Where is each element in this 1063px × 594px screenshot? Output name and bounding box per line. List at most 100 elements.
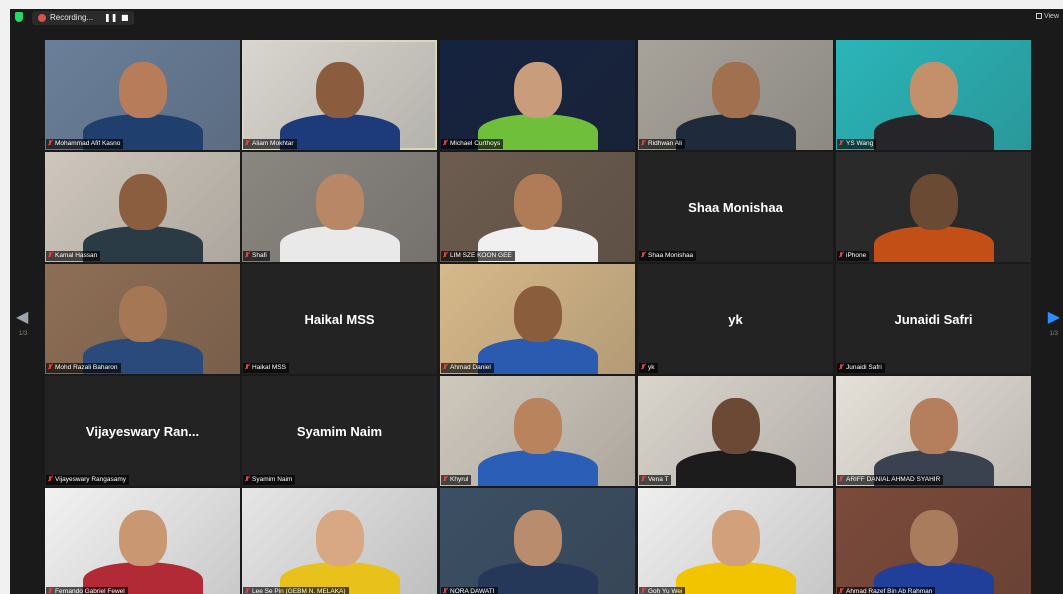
participant-name: Ridhwan Ali <box>648 140 682 147</box>
participant-name: Goh Yu Wei <box>648 588 683 594</box>
participant-face <box>315 510 364 566</box>
participant-tile[interactable]: Fernando Gabriel Fewel <box>45 488 240 594</box>
participant-name-tag: YS Wang <box>837 139 877 149</box>
participant-body <box>675 114 796 150</box>
participant-tile[interactable]: ARIFF DANIAL AHMAD SYAHIR <box>836 376 1031 486</box>
muted-mic-icon <box>641 588 645 594</box>
participant-name: Aliam Mokhtar <box>252 140 294 147</box>
participant-tile[interactable]: Ahmad Razef Bin Ab Rahman <box>836 488 1031 594</box>
participant-tile[interactable]: Syamim Naim Syamim Naim <box>242 376 437 486</box>
participant-name: Ahmad Daniel <box>450 364 491 371</box>
recording-label: Recording... <box>50 13 94 22</box>
participant-name-tag: Mohammad Afif Kasno <box>46 139 124 149</box>
muted-mic-icon <box>839 364 843 370</box>
grid-view-icon <box>1035 13 1042 19</box>
participant-name-tag: Vijayeswary Rangasamy <box>46 475 130 485</box>
participant-tile[interactable]: Goh Yu Wei <box>638 488 833 594</box>
participant-name: Vijayeswary Rangasamy <box>55 476 127 483</box>
participant-body <box>675 450 796 486</box>
participant-tile[interactable]: Shafi <box>242 152 437 262</box>
participant-tile[interactable]: Aliam Mokhtar <box>242 40 437 150</box>
participant-tile[interactable]: yk yk <box>638 264 833 374</box>
participant-name: Kamal Hassan <box>55 252 98 259</box>
participant-body <box>279 226 400 262</box>
participant-name-tag: Shafi <box>243 251 270 261</box>
muted-mic-icon <box>839 476 843 482</box>
previous-page-arrow-icon[interactable]: ◀ <box>16 309 28 325</box>
participant-tile[interactable]: Lee Se Pin (GEBM N. MELAKA) <box>242 488 437 594</box>
muted-mic-icon <box>245 364 249 370</box>
participant-name-tag: Junaidi Safri <box>837 363 885 373</box>
muted-mic-icon <box>443 476 447 482</box>
participant-name-tag: yk <box>639 363 658 373</box>
participant-tile[interactable]: Shaa Monishaa Shaa Monishaa <box>638 152 833 262</box>
page-indicator-right: 1/3 <box>1049 331 1058 337</box>
muted-mic-icon <box>48 476 52 482</box>
participant-tile[interactable]: Ahmad Daniel <box>440 264 635 374</box>
next-page-arrow-icon[interactable]: ▶ <box>1048 309 1060 325</box>
participant-tile[interactable]: Haikal MSS Haikal MSS <box>242 264 437 374</box>
participant-face <box>513 510 562 566</box>
participant-tile[interactable]: Mohd Razali Baharon <box>45 264 240 374</box>
participant-face <box>711 398 760 454</box>
pause-recording-icon[interactable]: ❚❚ <box>104 12 117 24</box>
participant-tile[interactable]: Mohammad Afif Kasno <box>45 40 240 150</box>
participant-tile[interactable]: Junaidi Safri Junaidi Safri <box>836 264 1031 374</box>
participant-name: Shaa Monishaa <box>648 252 694 259</box>
participant-face <box>513 174 562 230</box>
zoom-meeting-window: Recording... ❚❚ ■ View ◀ 1/3 ▶ 1/3 Moham… <box>10 9 1063 594</box>
participant-name: Syamim Naim <box>252 476 293 483</box>
participant-name: Shafi <box>252 252 267 259</box>
recording-dot-icon <box>38 14 46 22</box>
participant-body <box>279 114 400 150</box>
muted-mic-icon <box>839 140 843 146</box>
participant-tile[interactable]: Vijayeswary Ran... Vijayeswary Rangasamy <box>45 376 240 486</box>
security-shield-icon[interactable] <box>15 12 23 22</box>
participant-name-tag: Syamim Naim <box>243 475 296 485</box>
muted-mic-icon <box>48 364 52 370</box>
participant-tile[interactable]: Michael Curthoys <box>440 40 635 150</box>
participant-name-tag: Aliam Mokhtar <box>243 139 297 149</box>
participant-name-tag: Ahmad Daniel <box>441 363 494 373</box>
muted-mic-icon <box>245 476 249 482</box>
participant-face <box>513 62 562 118</box>
participant-display-name: Haikal MSS <box>304 312 375 327</box>
muted-mic-icon <box>839 252 843 258</box>
recording-indicator: Recording... ❚❚ ■ <box>32 11 134 25</box>
participant-tile[interactable]: LIM SZE KOON GEE <box>440 152 635 262</box>
muted-mic-icon <box>641 140 645 146</box>
participant-name: iPhone <box>846 252 867 259</box>
participant-name-tag: Shaa Monishaa <box>639 251 697 261</box>
muted-mic-icon <box>641 252 645 258</box>
participant-tile[interactable]: YS Wang <box>836 40 1031 150</box>
muted-mic-icon <box>48 588 52 594</box>
participant-body <box>477 338 598 374</box>
participant-tile[interactable]: Ridhwan Ali <box>638 40 833 150</box>
participant-display-name: Vijayeswary Ran... <box>85 424 200 439</box>
view-button[interactable]: View <box>1035 11 1059 23</box>
participant-face <box>513 286 562 342</box>
stop-recording-icon[interactable]: ■ <box>121 12 129 24</box>
participant-name: Haikal MSS <box>252 364 286 371</box>
participant-name-tag: Fernando Gabriel Fewel <box>46 587 128 594</box>
participant-name-tag: Kamal Hassan <box>46 251 101 261</box>
muted-mic-icon <box>443 588 447 594</box>
muted-mic-icon <box>443 252 447 258</box>
participant-face <box>909 398 958 454</box>
muted-mic-icon <box>48 140 52 146</box>
participant-name-tag: Goh Yu Wei <box>639 587 686 594</box>
participant-tile[interactable]: NORA DAWATI <box>440 488 635 594</box>
participant-name: Michael Curthoys <box>450 140 501 147</box>
participant-tile[interactable]: iPhone <box>836 152 1031 262</box>
participant-name: Junaidi Safri <box>846 364 882 371</box>
muted-mic-icon <box>641 364 645 370</box>
participant-tile[interactable]: Khyrul <box>440 376 635 486</box>
participant-face <box>315 62 364 118</box>
participant-tile[interactable]: Vena T <box>638 376 833 486</box>
participant-tile[interactable]: Kamal Hassan <box>45 152 240 262</box>
participant-name-tag: Vena T <box>639 475 672 485</box>
muted-mic-icon <box>641 476 645 482</box>
participant-face <box>513 398 562 454</box>
participant-display-name: yk <box>728 312 743 327</box>
participant-display-name: Syamim Naim <box>296 424 383 439</box>
